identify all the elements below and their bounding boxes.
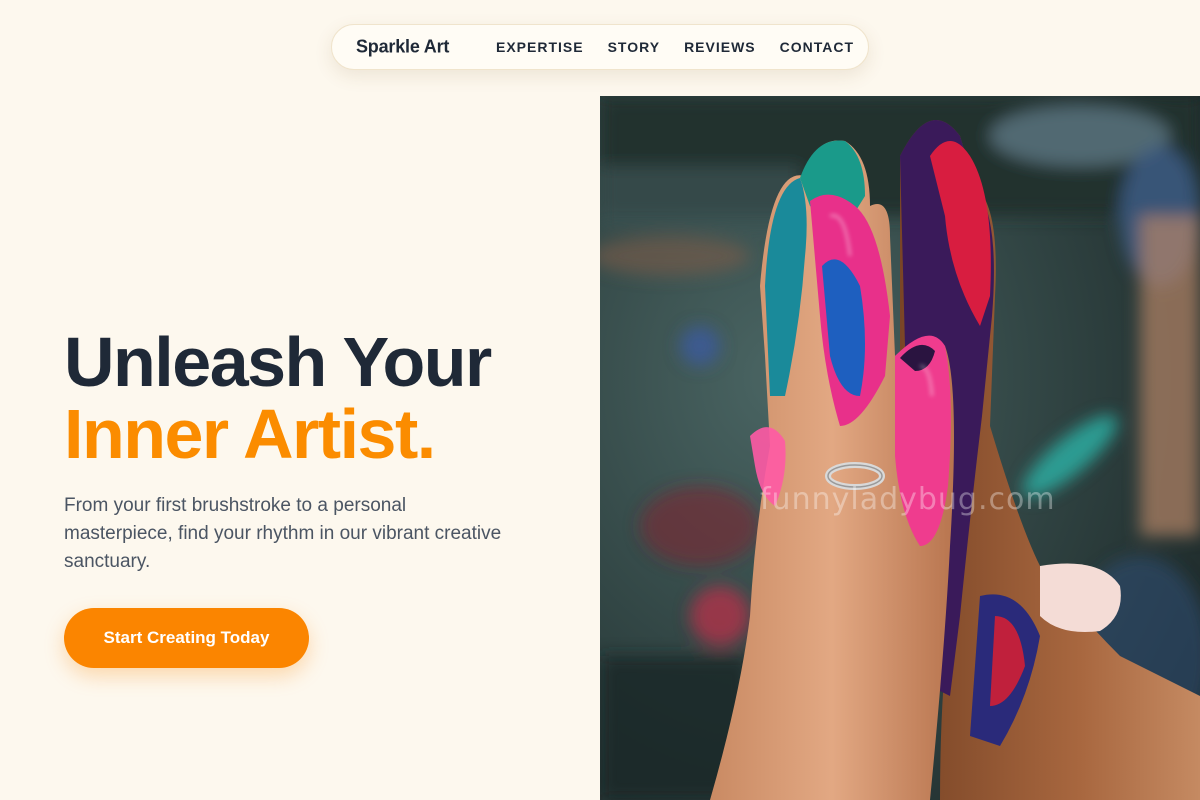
photo-watermark: funnyladybug.com: [760, 482, 1056, 517]
nav-link-story[interactable]: STORY: [608, 39, 660, 55]
painted-hands-image: [600, 96, 1200, 800]
hero-photo: funnyladybug.com: [600, 96, 1200, 800]
nav-link-expertise[interactable]: EXPERTISE: [496, 39, 584, 55]
start-creating-button[interactable]: Start Creating Today: [64, 608, 309, 668]
hero-title-line2: Inner Artist.: [64, 395, 436, 473]
hero-title: Unleash Your Inner Artist.: [64, 323, 492, 473]
brand-logo[interactable]: Sparkle Art: [356, 37, 449, 58]
nav-links: EXPERTISE STORY REVIEWS CONTACT: [496, 39, 854, 55]
hero-title-line1: Unleash Your: [64, 323, 492, 401]
nav-link-contact[interactable]: CONTACT: [780, 39, 854, 55]
hero-subtitle: From your first brushstroke to a persona…: [64, 495, 502, 572]
nav-link-reviews[interactable]: REVIEWS: [684, 39, 756, 55]
page: Sparkle Art EXPERTISE STORY REVIEWS CONT…: [0, 0, 1200, 800]
nav-bar: Sparkle Art EXPERTISE STORY REVIEWS CONT…: [331, 24, 869, 70]
